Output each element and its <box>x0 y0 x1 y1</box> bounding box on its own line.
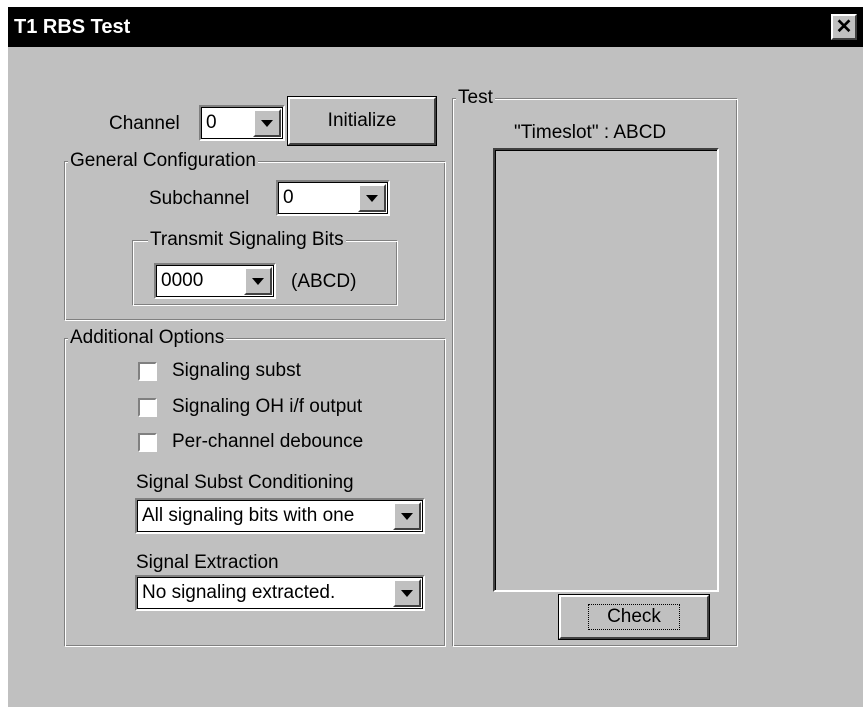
channel-value: 0 <box>206 112 217 133</box>
transmit-bits-dropdown-button[interactable] <box>244 267 272 295</box>
close-icon: ✕ <box>835 16 853 38</box>
additional-options-legend: Additional Options <box>68 327 227 349</box>
subchannel-label: Subchannel <box>149 188 250 209</box>
channel-label: Channel <box>109 113 180 134</box>
check-label: Check <box>588 604 680 630</box>
per-channel-debounce-checkbox[interactable] <box>138 433 157 452</box>
signal-subst-conditioning-value: All signaling bits with one <box>142 505 355 526</box>
chevron-down-icon <box>252 277 264 285</box>
per-channel-debounce-label: Per-channel debounce <box>172 431 364 452</box>
timeslot-column-header: "Timeslot" : ABCD <box>514 122 667 143</box>
chevron-down-icon <box>261 119 273 127</box>
transmit-bits-select[interactable]: 0000 <box>154 263 276 299</box>
signaling-oh-output-checkbox[interactable] <box>138 398 157 417</box>
dialog-window: T1 RBS Test ✕ Channel 0 Initialize Gener… <box>8 7 863 707</box>
test-results-list[interactable] <box>493 148 719 592</box>
transmit-signaling-bits-legend: Transmit Signaling Bits <box>148 229 346 251</box>
signaling-oh-output-label: Signaling OH i/f output <box>172 396 363 417</box>
initialize-button[interactable]: Initialize <box>287 96 437 146</box>
subchannel-dropdown-button[interactable] <box>358 184 386 212</box>
window-title: T1 RBS Test <box>14 16 131 38</box>
subchannel-select[interactable]: 0 <box>276 180 390 216</box>
signal-extraction-select[interactable]: No signaling extracted. <box>135 575 425 611</box>
channel-dropdown-button[interactable] <box>253 109 281 137</box>
signal-subst-conditioning-select[interactable]: All signaling bits with one <box>135 498 425 534</box>
signaling-subst-checkbox[interactable] <box>138 362 157 381</box>
initialize-label: Initialize <box>327 110 397 131</box>
subchannel-value: 0 <box>283 187 294 208</box>
signaling-subst-label: Signaling subst <box>172 360 301 381</box>
signal-subst-conditioning-label: Signal Subst Conditioning <box>136 472 354 493</box>
general-configuration-legend: General Configuration <box>68 150 258 172</box>
transmit-bits-value: 0000 <box>161 270 204 291</box>
channel-select[interactable]: 0 <box>199 105 285 141</box>
signal-extraction-dropdown-button[interactable] <box>393 579 421 607</box>
test-legend: Test <box>456 87 495 109</box>
chevron-down-icon <box>401 589 413 597</box>
title-bar[interactable]: T1 RBS Test ✕ <box>8 7 863 47</box>
abcd-suffix: (ABCD) <box>291 271 357 292</box>
close-button[interactable]: ✕ <box>831 14 857 40</box>
signal-extraction-label: Signal Extraction <box>136 552 279 573</box>
chevron-down-icon <box>366 194 378 202</box>
chevron-down-icon <box>401 512 413 520</box>
signal-extraction-value: No signaling extracted. <box>142 582 336 603</box>
signal-subst-conditioning-dropdown-button[interactable] <box>393 502 421 530</box>
check-button[interactable]: Check <box>558 594 710 640</box>
